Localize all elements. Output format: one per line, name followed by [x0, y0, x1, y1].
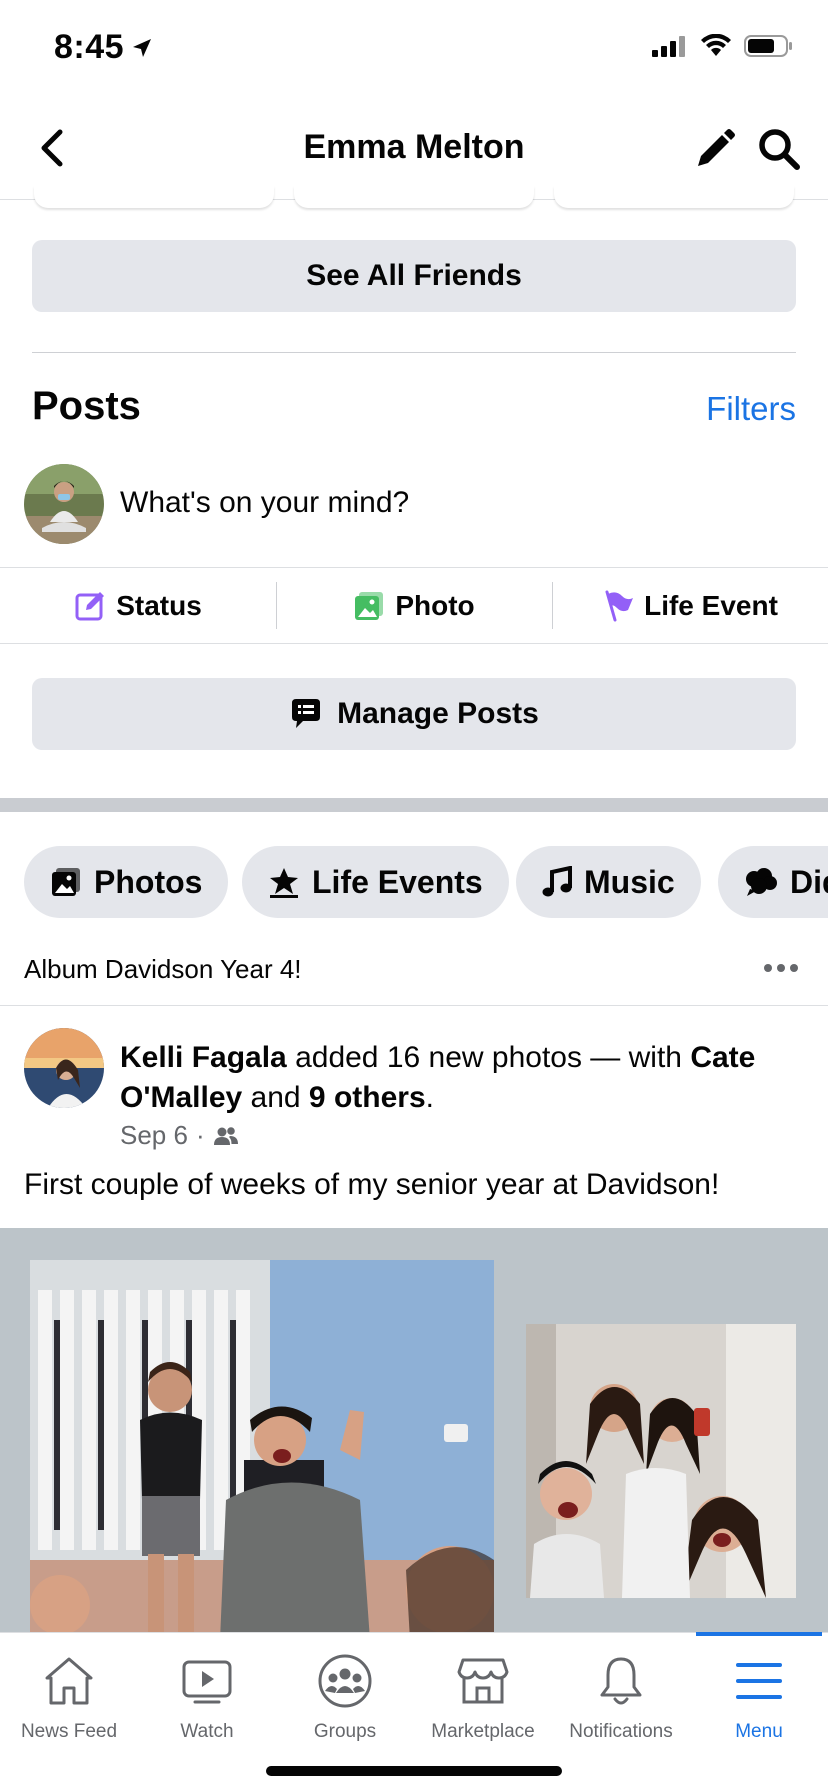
and-text: and [242, 1081, 309, 1114]
filters-link[interactable]: Filters [706, 390, 796, 428]
post-action-text: added 16 new photos — with [286, 1041, 691, 1074]
photo-image [30, 1260, 494, 1632]
tab-label: Marketplace [431, 1721, 535, 1742]
status-bar: 8:45 [0, 0, 828, 100]
edit-button[interactable] [692, 126, 738, 172]
post-composer[interactable]: What's on your mind? [0, 460, 828, 568]
chip-label: Did [790, 863, 828, 900]
groups-icon [318, 1654, 372, 1708]
photo-label: Photo [395, 589, 475, 621]
friend-cards-stub [0, 186, 828, 210]
speech-bubble-icon [746, 868, 777, 896]
see-all-friends-label: See All Friends [306, 259, 522, 292]
cellular-signal-icon [652, 36, 685, 57]
home-icon [45, 1657, 93, 1705]
status-icons [652, 34, 794, 58]
life-event-label: Life Event [644, 589, 778, 621]
chip-music[interactable]: Music [516, 846, 701, 918]
search-icon [759, 129, 800, 170]
post-date[interactable]: Sep 6 [120, 1120, 188, 1151]
life-events-icon [270, 868, 298, 898]
divider [32, 352, 796, 353]
status-time-group: 8:45 [54, 28, 154, 67]
active-tab-indicator [696, 1632, 822, 1636]
tab-marketplace[interactable]: Marketplace [414, 1651, 552, 1761]
tab-watch[interactable]: Watch [138, 1651, 276, 1761]
watch-icon [182, 1660, 232, 1704]
tab-label: News Feed [20, 1721, 118, 1742]
composer-prompt[interactable]: What's on your mind? [120, 486, 409, 520]
tab-groups[interactable]: Groups [276, 1651, 414, 1761]
tagged-others[interactable]: 9 others [309, 1081, 426, 1114]
battery-icon [744, 35, 792, 57]
avatar[interactable] [24, 464, 104, 544]
chip-photos[interactable]: Photos [24, 846, 229, 918]
friends-icon [213, 1126, 238, 1145]
tab-label: Notifications [569, 1721, 673, 1742]
tab-notifications[interactable]: Notifications [552, 1651, 690, 1761]
album-title[interactable]: Album Davidson Year 4! [24, 954, 302, 985]
filter-chip-row: Photos Life Events Music Did [0, 846, 828, 918]
pencil-icon [698, 129, 735, 166]
post-action-row: Status Photo Life Event [0, 568, 828, 644]
tab-label: Watch [180, 1721, 234, 1742]
post-body-text: First couple of weeks of my senior year … [24, 1168, 720, 1201]
photo-image [526, 1324, 796, 1598]
life-event-button[interactable]: Life Event [552, 568, 828, 643]
location-arrow-icon [133, 38, 152, 57]
post-author-name[interactable]: Kelli Fagala [120, 1041, 287, 1074]
bell-icon [600, 1657, 642, 1705]
status-label: Status [116, 589, 202, 621]
home-indicator[interactable] [266, 1766, 562, 1776]
more-options-icon[interactable] [764, 958, 804, 978]
post-meta: Sep 6 · [120, 1120, 239, 1151]
search-button[interactable] [756, 126, 802, 172]
section-separator [0, 798, 828, 812]
chip-label: Life Events [312, 863, 483, 900]
music-note-icon [542, 866, 572, 897]
flag-icon [605, 590, 634, 621]
manage-posts-label: Manage Posts [337, 697, 539, 730]
status-time: 8:45 [54, 28, 125, 66]
avatar[interactable] [24, 1028, 104, 1108]
chip-life-events[interactable]: Life Events [242, 846, 509, 918]
album-header[interactable]: Album Davidson Year 4! [0, 944, 828, 1006]
see-all-friends-button[interactable]: See All Friends [32, 240, 796, 312]
tab-label: Groups [313, 1721, 377, 1742]
edit-square-icon [75, 591, 105, 620]
post-photos [0, 1228, 828, 1632]
manage-posts-button[interactable]: Manage Posts [32, 678, 796, 750]
photos-icon [52, 868, 80, 896]
meta-separator: · [195, 1120, 205, 1150]
author-photo [24, 1028, 104, 1108]
tab-menu[interactable]: Menu [690, 1651, 828, 1761]
status-button[interactable]: Status [0, 568, 276, 643]
tab-news-feed[interactable]: News Feed [0, 1651, 138, 1761]
profile-photo [24, 464, 104, 544]
menu-icon [736, 1663, 782, 1699]
post-photo-2[interactable] [526, 1324, 796, 1598]
posts-heading: Posts [32, 384, 141, 428]
chip-label: Music [584, 863, 675, 900]
nav-bar: Emma Melton [0, 100, 828, 200]
chip-label: Photos [94, 863, 203, 900]
post-header: Kelli Fagala added 16 new photos — with … [0, 1028, 828, 1151]
chip-did[interactable]: Did [718, 846, 828, 918]
marketplace-icon [457, 1658, 509, 1704]
friend-card-edge [294, 186, 534, 208]
tab-label: Menu [735, 1721, 783, 1742]
photo-button[interactable]: Photo [276, 568, 552, 643]
wifi-icon [701, 34, 731, 56]
friend-card-edge [554, 186, 794, 208]
speech-bubble-list-icon [292, 699, 321, 728]
post-photo-1[interactable] [30, 1260, 494, 1632]
friend-card-edge [34, 186, 274, 208]
period: . [425, 1081, 434, 1114]
post-headline: Kelli Fagala added 16 new photos — with … [120, 1038, 800, 1118]
photo-icon [355, 591, 384, 620]
